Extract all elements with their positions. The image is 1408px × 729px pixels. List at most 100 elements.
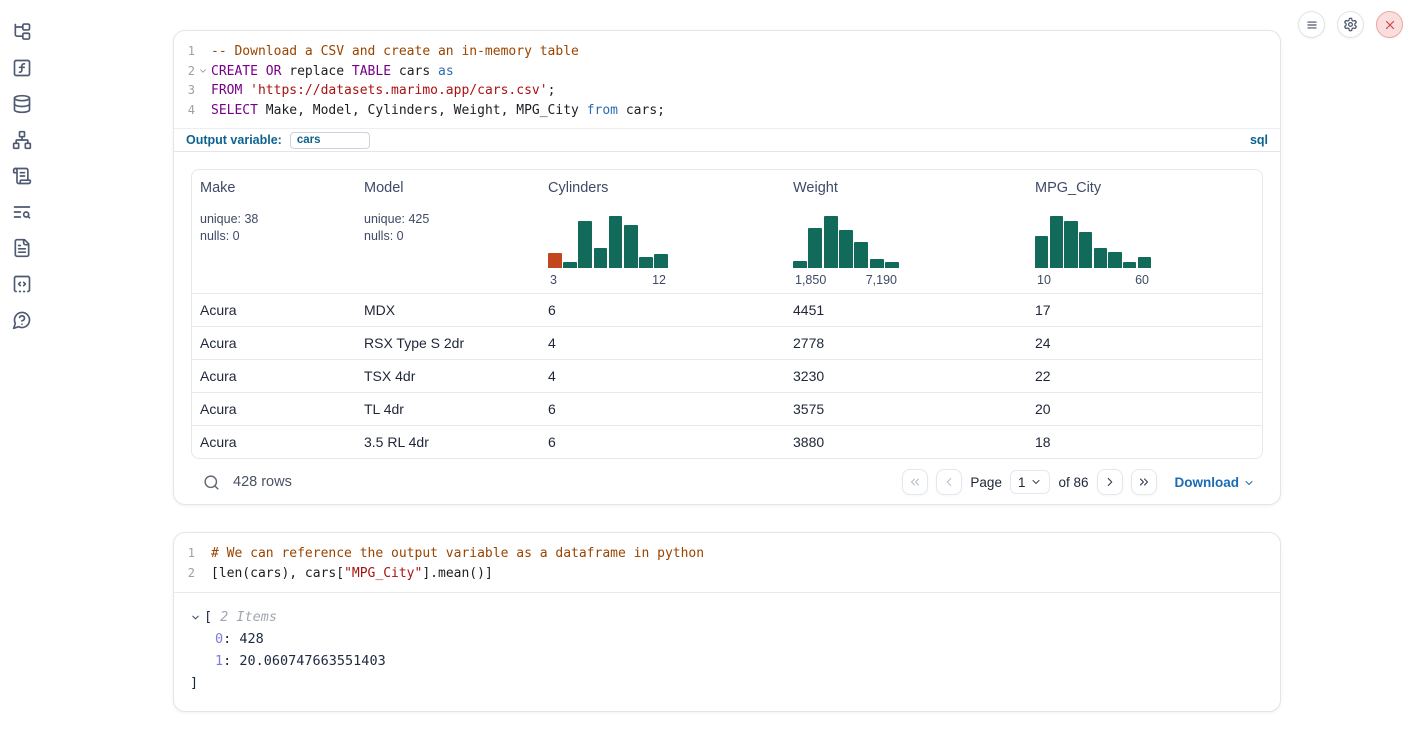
tree-entry-key: 1 bbox=[215, 653, 223, 669]
column-title: MPG_City bbox=[1035, 178, 1262, 198]
code-line[interactable]: 3FROM 'https://datasets.marimo.app/cars.… bbox=[174, 81, 1280, 101]
sidebar-item-documentation[interactable] bbox=[12, 238, 32, 258]
code-text: [len(cars), cars["MPG_City"].mean()] bbox=[211, 564, 493, 584]
language-badge: sql bbox=[1250, 133, 1268, 147]
first-page-button[interactable] bbox=[902, 469, 928, 495]
table-footer: 428 rows Page 1 of 86 Download bbox=[191, 464, 1263, 500]
sql-editor[interactable]: 1 -- Download a CSV and create an in-memo… bbox=[174, 31, 1280, 128]
column-histogram: 312 bbox=[548, 216, 668, 287]
sidebar-item-file-explorer[interactable] bbox=[12, 22, 32, 42]
table-cell: Acura bbox=[192, 401, 356, 417]
table-cell: Acura bbox=[192, 335, 356, 351]
hist-bar bbox=[654, 254, 668, 269]
code-line[interactable]: 1 -- Download a CSV and create an in-memo… bbox=[174, 42, 1280, 62]
line-number: 4 bbox=[174, 101, 195, 121]
search-button[interactable] bbox=[199, 470, 223, 494]
download-label: Download bbox=[1175, 475, 1240, 490]
code-token: [len(cars), cars[ bbox=[211, 566, 344, 581]
table-cell: Acura bbox=[192, 434, 356, 450]
tree-entry: 1: 20.060747663551403 bbox=[190, 650, 1264, 672]
hist-bar bbox=[1035, 236, 1048, 268]
hist-bar bbox=[808, 228, 822, 269]
code-text: -- Download a CSV and create an in-memor… bbox=[211, 42, 579, 62]
hist-bar bbox=[1123, 262, 1136, 269]
code-token: SELECT bbox=[211, 103, 258, 118]
download-button[interactable]: Download bbox=[1175, 475, 1256, 490]
output-variable-input[interactable] bbox=[290, 132, 370, 149]
hist-max-label: 60 bbox=[1135, 273, 1149, 287]
table-cell: 20 bbox=[1027, 401, 1262, 417]
sidebar-item-help[interactable] bbox=[12, 310, 32, 330]
column-header-model[interactable]: Modelunique: 425nulls: 0 bbox=[356, 170, 540, 293]
code-line[interactable]: 4 SELECT Make, Model, Cylinders, Weight, … bbox=[174, 101, 1280, 121]
column-header-mpg_city[interactable]: MPG_City1060 bbox=[1027, 170, 1262, 293]
tree-entry-value: : 428 bbox=[223, 631, 264, 647]
table-cell: 6 bbox=[540, 401, 785, 417]
fold-chevron-icon[interactable] bbox=[195, 62, 211, 82]
chevron-down-icon bbox=[190, 612, 201, 623]
python-editor[interactable]: 1# We can reference the output variable … bbox=[174, 533, 1280, 593]
table-cell: 22 bbox=[1027, 368, 1262, 384]
page-select-value: 1 bbox=[1018, 475, 1026, 490]
table-cell: 3880 bbox=[785, 434, 1027, 450]
code-token: "MPG_City" bbox=[344, 566, 422, 581]
chevron-down-icon bbox=[1030, 476, 1042, 488]
sidebar-item-snippets[interactable] bbox=[12, 274, 32, 294]
code-token: -- Download a CSV and create an in-memor… bbox=[211, 44, 579, 59]
python-cell: 1# We can reference the output variable … bbox=[173, 532, 1281, 712]
notebook-menu-button[interactable] bbox=[1298, 11, 1325, 38]
table-header-row: Make unique: 38nulls: 0Modelunique: 425nu… bbox=[192, 170, 1262, 293]
hist-bar bbox=[793, 261, 807, 268]
settings-button[interactable] bbox=[1337, 11, 1364, 38]
sidebar-item-variables[interactable] bbox=[12, 58, 32, 78]
previous-page-button[interactable] bbox=[936, 469, 962, 495]
next-page-button[interactable] bbox=[1097, 469, 1123, 495]
shutdown-button[interactable] bbox=[1376, 11, 1403, 38]
column-title: Make bbox=[200, 178, 356, 198]
search-icon bbox=[203, 474, 220, 491]
column-title: Weight bbox=[793, 178, 1027, 198]
code-token: FROM bbox=[211, 83, 242, 98]
table-row: Acura3.5 RL 4dr6388018 bbox=[192, 425, 1262, 458]
code-line[interactable]: 1# We can reference the output variable … bbox=[174, 544, 1280, 564]
network-icon bbox=[12, 130, 32, 150]
column-header-make[interactable]: Make unique: 38nulls: 0 bbox=[192, 170, 356, 293]
code-text: SELECT Make, Model, Cylinders, Weight, M… bbox=[211, 101, 665, 121]
code-line[interactable]: 2CREATE OR replace TABLE cars as bbox=[174, 62, 1280, 82]
sidebar-item-outline[interactable] bbox=[12, 202, 32, 222]
tree-entry-value: : 20.060747663551403 bbox=[223, 653, 386, 669]
hist-bar bbox=[594, 248, 608, 269]
sidebar-item-dependencies[interactable] bbox=[12, 130, 32, 150]
tree-close-bracket: ] bbox=[190, 672, 1264, 694]
column-header-weight[interactable]: Weight1,8507,190 bbox=[785, 170, 1027, 293]
sidebar-item-data-sources[interactable] bbox=[12, 94, 32, 114]
table-cell: 4 bbox=[540, 335, 785, 351]
line-number: 1 bbox=[174, 42, 195, 62]
hist-bar bbox=[1108, 252, 1121, 268]
tree-root-row: [ 2 Items bbox=[190, 606, 1264, 628]
unique-count: unique: 38 bbox=[200, 211, 356, 228]
hist-bar bbox=[824, 216, 838, 268]
chevron-down-icon bbox=[1243, 476, 1255, 489]
table-row: AcuraMDX6445117 bbox=[192, 293, 1262, 326]
code-token: as bbox=[438, 64, 454, 79]
hist-bar bbox=[1138, 257, 1151, 268]
code-line[interactable]: 2[len(cars), cars["MPG_City"].mean()] bbox=[174, 564, 1280, 584]
sidebar-item-logs[interactable] bbox=[12, 166, 32, 186]
page-select[interactable]: 1 bbox=[1010, 470, 1051, 494]
tree-collapse-toggle[interactable] bbox=[190, 612, 204, 623]
tree-output: [ 2 Items 0: 4281: 20.060747663551403 ] bbox=[174, 593, 1280, 694]
hist-min-label: 3 bbox=[550, 273, 557, 287]
table-cell: 24 bbox=[1027, 335, 1262, 351]
last-page-button[interactable] bbox=[1131, 469, 1157, 495]
unique-count: unique: 425 bbox=[364, 211, 540, 228]
tree-open-bracket: [ bbox=[204, 606, 212, 628]
column-header-cylinders[interactable]: Cylinders312 bbox=[540, 170, 785, 293]
code-token: replace bbox=[281, 64, 351, 79]
gear-icon bbox=[1343, 17, 1358, 32]
table-cell: Acura bbox=[192, 302, 356, 318]
output-variable-bar: Output variable: sql bbox=[174, 128, 1280, 152]
histogram-range-labels: 312 bbox=[548, 273, 668, 287]
null-count: nulls: 0 bbox=[200, 228, 356, 245]
scroll-text-icon bbox=[12, 166, 32, 186]
